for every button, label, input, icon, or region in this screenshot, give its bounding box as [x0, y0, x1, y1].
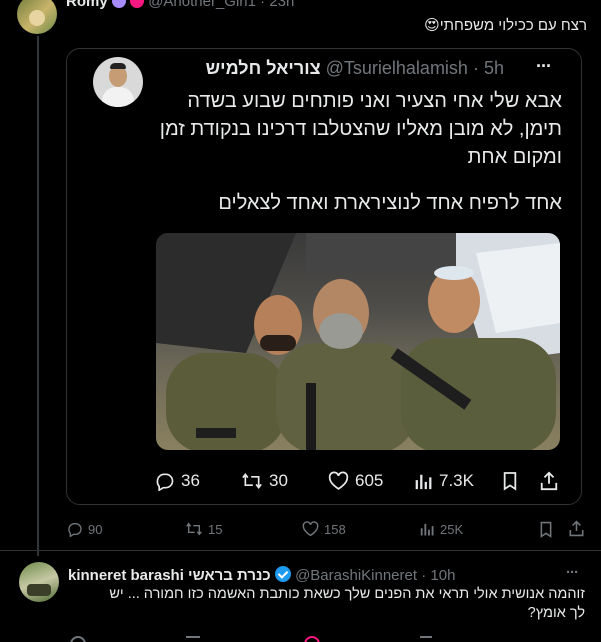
quoted-like-button[interactable]: 605: [328, 471, 383, 491]
quoted-text-line: תימן, לא מובן מאליו שהצטלבו דרכינו בנקוד…: [159, 118, 562, 140]
tweet-text: רצח עם ככילוי משפחתי😍: [424, 17, 587, 34]
share-icon: [569, 520, 584, 537]
quoted-share-button[interactable]: [539, 471, 559, 491]
views-button[interactable]: 25K: [420, 521, 463, 537]
share-icon: [540, 471, 558, 491]
quoted-reply-button[interactable]: 36: [155, 471, 200, 491]
quoted-tweet-text: אבא שלי אחי הצעיר ואני פותחים שבוע בשדה …: [82, 87, 562, 171]
reply-author-handle[interactable]: @BarashiKinneret: [295, 567, 417, 584]
quoted-like-count: 605: [355, 471, 384, 490]
quoted-retweet-button[interactable]: 30: [241, 471, 288, 491]
quoted-views-button[interactable]: 7.3K: [415, 471, 474, 491]
tweet-photo[interactable]: [156, 233, 560, 450]
views-icon: [415, 474, 432, 490]
retweet-count: 15: [208, 521, 223, 537]
avatar-kinneret[interactable]: [19, 562, 59, 602]
quoted-author-handle[interactable]: @Tsurielhalamish: [326, 58, 468, 78]
quoted-author-row: צוריאל חלמיש @Tsurielhalamish · 5h: [206, 58, 504, 79]
badge-icon: [111, 0, 126, 8]
bookmark-button[interactable]: [539, 521, 553, 538]
reply-text-line: לך אומץ?: [527, 605, 585, 621]
divider: [0, 550, 601, 551]
share-button[interactable]: [568, 520, 585, 537]
bookmark-icon: [503, 472, 517, 491]
like-button[interactable]: 158: [302, 521, 346, 537]
reply-author-name[interactable]: kinneret barashi כנרת בראשי: [68, 567, 271, 584]
avatar-romy[interactable]: [17, 0, 57, 34]
reply-icon[interactable]: [70, 636, 86, 642]
retweet-button[interactable]: 15: [185, 521, 222, 537]
quoted-view-count: 7.3K: [439, 471, 474, 490]
quoted-text-line: אבא שלי אחי הצעיר ואני פותחים שבוע בשדה: [187, 90, 562, 112]
thread-line: [37, 36, 39, 556]
reply-count: 90: [88, 521, 103, 537]
bookmark-icon: [540, 521, 552, 538]
reply-author-row: kinneret barashi כנרת בראשי @BarashiKinn…: [68, 566, 455, 584]
heart-icon[interactable]: [304, 636, 320, 642]
retweet-icon: [186, 522, 202, 536]
verified-badge-icon: [274, 566, 291, 582]
reply-actions-partial: [66, 636, 586, 642]
reply-tweet-time[interactable]: · 10h: [421, 567, 455, 584]
photo-scene: [156, 233, 560, 450]
reply-icon: [68, 523, 82, 537]
quoted-reply-count: 36: [181, 471, 200, 490]
views-icon[interactable]: [420, 636, 432, 642]
tweet-time[interactable]: · 23h: [260, 0, 294, 10]
retweet-icon: [242, 472, 262, 490]
reply-icon: [156, 473, 174, 491]
author-handle[interactable]: @Another_Girl1: [148, 0, 256, 10]
views-icon: [420, 523, 434, 536]
quoted-text-line: ומקום אחת: [467, 146, 562, 168]
retweet-icon[interactable]: [186, 636, 200, 642]
reply-tweet-text: זוהמה אנושית אולי תראי את הפנים שלך כשאת…: [65, 585, 585, 623]
author-name[interactable]: Romy: [66, 0, 108, 10]
reply-more-icon[interactable]: ···: [566, 564, 579, 581]
quoted-author-name[interactable]: צוריאל חלמיש: [206, 58, 321, 78]
reply-text-line: זוהמה אנושית אולי תראי את הפנים שלך כשאת…: [109, 586, 585, 602]
quoted-more-icon[interactable]: ···: [536, 56, 552, 77]
heart-badge-icon: [130, 0, 145, 8]
reply-button[interactable]: 90: [67, 521, 102, 537]
like-count: 158: [324, 521, 346, 537]
quoted-text-second-paragraph: אחד לרפיח אחד לנוצירארת ואחד לצאלים: [218, 192, 562, 214]
author-row: Romy @Another_Girl1 · 23h: [66, 0, 294, 11]
quoted-bookmark-button[interactable]: [502, 471, 518, 491]
heart-icon: [328, 471, 349, 490]
quoted-tweet-time[interactable]: · 5h: [473, 58, 504, 78]
heart-icon: [302, 521, 319, 537]
quoted-retweet-count: 30: [269, 471, 288, 490]
view-count: 25K: [440, 521, 464, 537]
